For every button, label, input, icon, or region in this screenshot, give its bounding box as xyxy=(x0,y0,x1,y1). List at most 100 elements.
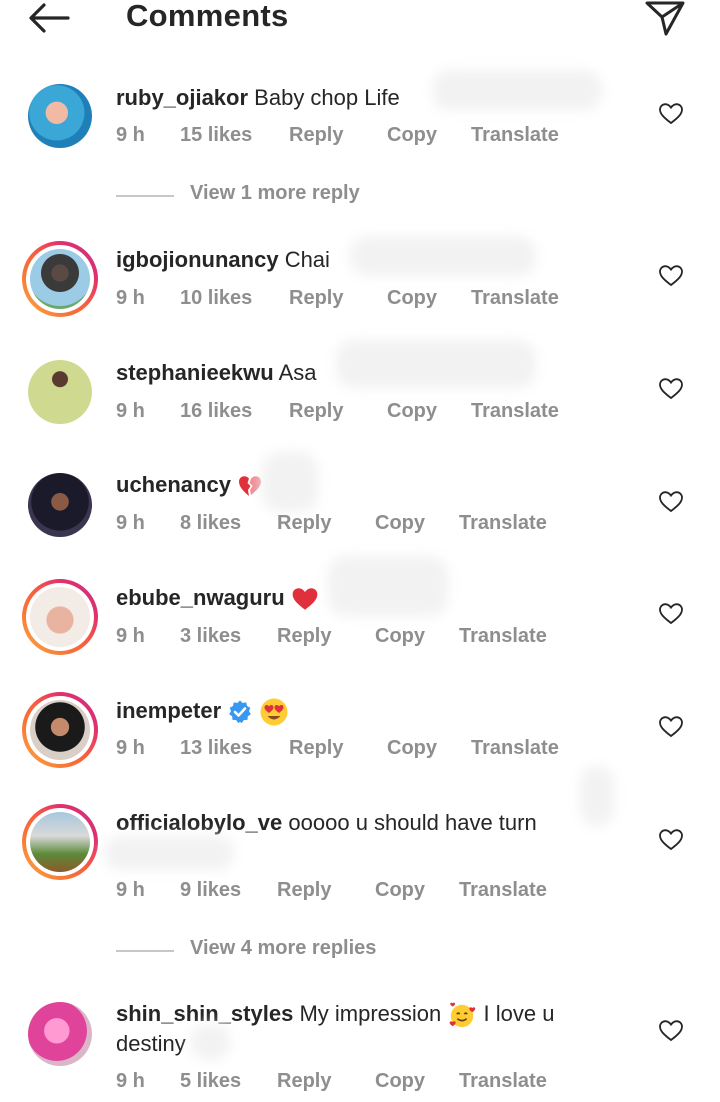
translate-button[interactable]: Translate xyxy=(471,737,559,760)
likes-count[interactable]: 16 likes xyxy=(180,400,252,423)
translate-button[interactable]: Translate xyxy=(459,1070,547,1093)
avatar[interactable] xyxy=(22,692,98,768)
heart-outline-icon xyxy=(659,829,683,851)
likes-count[interactable]: 8 likes xyxy=(180,512,241,535)
translate-button[interactable]: Translate xyxy=(471,400,559,423)
translate-button[interactable]: Translate xyxy=(471,287,559,310)
comment-time: 9 h xyxy=(116,1070,145,1092)
paper-plane-icon xyxy=(645,1,685,36)
copy-button[interactable]: Copy xyxy=(387,737,437,760)
red-heart-emoji xyxy=(292,588,318,610)
redacted-area xyxy=(336,340,536,388)
likes-count[interactable]: 15 likes xyxy=(180,124,252,147)
copy-button[interactable]: Copy xyxy=(375,512,425,535)
translate-button[interactable]: Translate xyxy=(471,124,559,147)
heart-outline-icon xyxy=(659,103,683,125)
comment-time: 9 h xyxy=(116,512,145,534)
like-button[interactable] xyxy=(658,377,684,401)
smiling-face-with-hearts-emoji xyxy=(450,1002,476,1028)
comment-username[interactable]: officialobylo_ve xyxy=(116,810,282,835)
comment-time: 9 h xyxy=(116,737,145,759)
reply-button[interactable]: Reply xyxy=(289,287,343,310)
avatar[interactable] xyxy=(22,78,98,154)
reply-button[interactable]: Reply xyxy=(277,879,331,902)
heart-outline-icon xyxy=(659,603,683,625)
heart-outline-icon xyxy=(659,378,683,400)
translate-button[interactable]: Translate xyxy=(459,512,547,535)
comment-time: 9 h xyxy=(116,400,145,422)
redacted-area xyxy=(580,766,614,826)
heart-outline-icon xyxy=(659,265,683,287)
translate-button[interactable]: Translate xyxy=(459,625,547,648)
like-button[interactable] xyxy=(658,828,684,852)
reply-button[interactable]: Reply xyxy=(289,400,343,423)
like-button[interactable] xyxy=(658,264,684,288)
comment-username[interactable]: ebube_nwaguru xyxy=(116,585,285,610)
comment-time: 9 h xyxy=(116,879,145,901)
avatar[interactable] xyxy=(22,579,98,655)
copy-button[interactable]: Copy xyxy=(387,400,437,423)
arrow-left-icon xyxy=(29,3,70,33)
avatar[interactable] xyxy=(22,804,98,880)
back-button[interactable] xyxy=(26,0,72,36)
like-button[interactable] xyxy=(658,602,684,626)
divider xyxy=(116,195,174,197)
reply-button[interactable]: Reply xyxy=(289,124,343,147)
comment-username[interactable]: shin_shin_styles xyxy=(116,1001,293,1026)
redacted-area xyxy=(350,236,536,276)
reply-button[interactable]: Reply xyxy=(289,737,343,760)
comment-text-continued: I love u xyxy=(483,1001,555,1026)
likes-count[interactable]: 5 likes xyxy=(180,1070,241,1093)
broken-heart-emoji xyxy=(239,476,262,497)
like-button[interactable] xyxy=(658,715,684,739)
redacted-area xyxy=(262,452,318,512)
translate-button[interactable]: Translate xyxy=(459,879,547,902)
avatar[interactable] xyxy=(22,996,98,1072)
likes-count[interactable]: 13 likes xyxy=(180,737,252,760)
comment-time: 9 h xyxy=(116,124,145,146)
avatar[interactable] xyxy=(22,354,98,430)
reply-button[interactable]: Reply xyxy=(277,1070,331,1093)
comment-time: 9 h xyxy=(116,625,145,647)
heart-outline-icon xyxy=(659,1020,683,1042)
share-button[interactable] xyxy=(644,0,686,38)
redacted-area xyxy=(328,556,448,616)
copy-button[interactable]: Copy xyxy=(375,879,425,902)
divider xyxy=(116,950,174,952)
avatar[interactable] xyxy=(22,467,98,543)
comment-text: Baby chop Life xyxy=(254,85,400,110)
likes-count[interactable]: 3 likes xyxy=(180,625,241,648)
comment-text: Chai xyxy=(284,247,330,272)
redacted-area xyxy=(190,1024,230,1060)
avatar[interactable] xyxy=(22,241,98,317)
copy-button[interactable]: Copy xyxy=(387,287,437,310)
comment-username[interactable]: uchenancy xyxy=(116,472,231,497)
comment-username[interactable]: inempeter xyxy=(116,698,221,723)
comment-text: My impression xyxy=(299,1001,442,1026)
comment-username[interactable]: ruby_ojiakor xyxy=(116,85,248,110)
redacted-area xyxy=(432,70,602,110)
like-button[interactable] xyxy=(658,490,684,514)
heart-outline-icon xyxy=(659,716,683,738)
comment-text: Asa xyxy=(278,360,317,385)
comment-username[interactable]: igbojionunancy xyxy=(116,247,279,272)
copy-button[interactable]: Copy xyxy=(375,625,425,648)
redacted-area xyxy=(104,836,234,870)
comment-username[interactable]: stephanieekwu xyxy=(116,360,274,385)
like-button[interactable] xyxy=(658,102,684,126)
copy-button[interactable]: Copy xyxy=(375,1070,425,1093)
page-title: Comments xyxy=(126,0,289,33)
like-button[interactable] xyxy=(658,1019,684,1043)
comment-text: ooooo u should have turn xyxy=(288,810,537,835)
reply-button[interactable]: Reply xyxy=(277,512,331,535)
heart-outline-icon xyxy=(659,491,683,513)
likes-count[interactable]: 9 likes xyxy=(180,879,241,902)
likes-count[interactable]: 10 likes xyxy=(180,287,252,310)
copy-button[interactable]: Copy xyxy=(387,124,437,147)
verified-badge-icon xyxy=(229,700,252,724)
comment-time: 9 h xyxy=(116,287,145,309)
comment-text-line2: destiny xyxy=(116,1031,186,1056)
heart-eyes-emoji xyxy=(260,698,288,726)
header: Comments xyxy=(0,0,720,40)
reply-button[interactable]: Reply xyxy=(277,625,331,648)
